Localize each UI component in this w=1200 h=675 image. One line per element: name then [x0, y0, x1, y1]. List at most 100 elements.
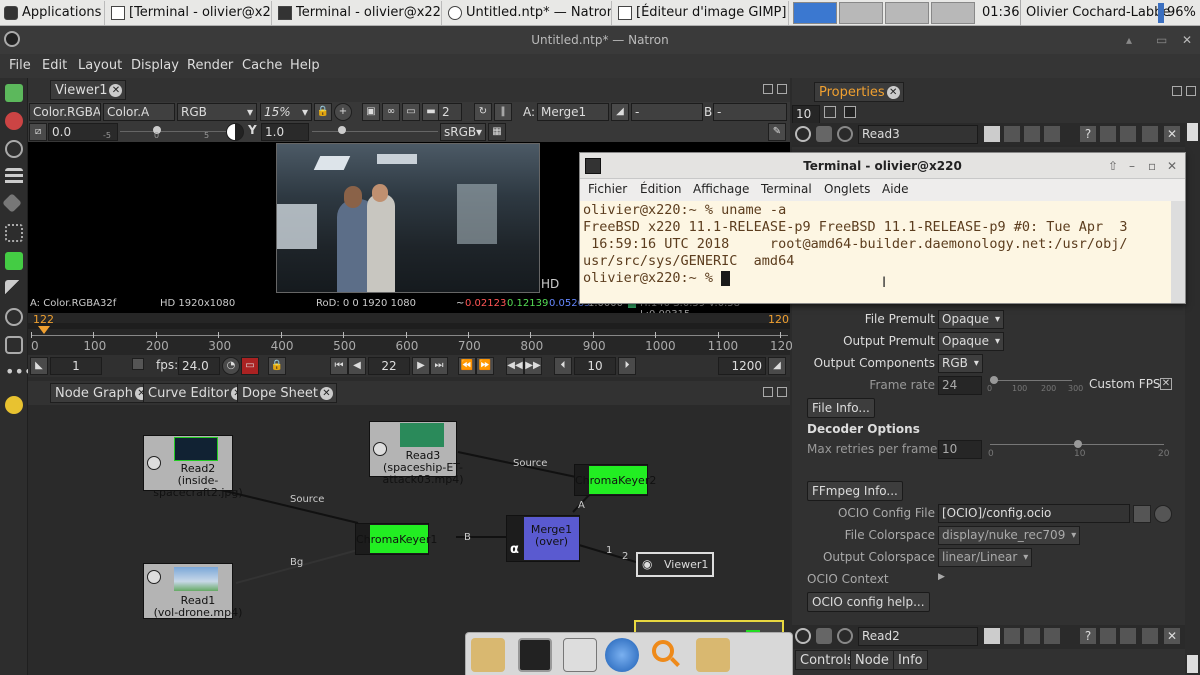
folder-icon[interactable] [696, 638, 730, 672]
refresh-icon[interactable]: ↻ [474, 103, 492, 121]
a-input-select[interactable]: Merge1 [537, 103, 609, 121]
terminal-menu-onglets[interactable]: Onglets [824, 182, 870, 196]
task-natron[interactable]: Untitled.ntp* — Natron [444, 1, 612, 25]
maximize-icon[interactable]: ▫ [1148, 153, 1156, 179]
workspace-4[interactable] [931, 2, 975, 24]
composite-op-select[interactable]: - [631, 103, 703, 121]
terminal-menu-terminal[interactable]: Terminal [761, 182, 812, 196]
menu-cache[interactable]: Cache [242, 58, 282, 73]
color-picker-icon[interactable]: ✎ [768, 123, 786, 141]
tab-curve-editor[interactable]: Curve Editor ✕ [143, 383, 248, 403]
menu-edit[interactable]: Edit [42, 58, 67, 73]
last-frame-field[interactable]: 1200 [718, 357, 766, 375]
gamma-slider-handle[interactable] [338, 126, 346, 134]
output-premult-select[interactable]: Opaque [938, 332, 1005, 351]
time-tool-icon[interactable] [5, 140, 23, 158]
maximize-icon[interactable] [1142, 126, 1158, 142]
color-tool-icon[interactable] [2, 193, 22, 213]
filing-cabinet-icon[interactable] [563, 638, 597, 672]
clear-panels-icon[interactable] [824, 106, 836, 118]
terminal-icon[interactable] [518, 638, 552, 672]
gain-icon[interactable]: ⧄ [29, 123, 47, 141]
terminal-menu-aide[interactable]: Aide [882, 182, 909, 196]
redo-icon[interactable] [1024, 126, 1040, 142]
play-icon[interactable] [795, 628, 811, 644]
reload-icon[interactable] [1154, 505, 1172, 523]
eraser-icon[interactable]: ◢ [611, 103, 629, 121]
workspace-1[interactable] [793, 2, 837, 24]
merge-tool-icon[interactable] [5, 280, 23, 298]
file-colorspace-select[interactable]: display/nuke_rec709 [938, 526, 1081, 545]
task-gimp[interactable]: [Éditeur d'image GIMP] [614, 1, 789, 25]
close-icon[interactable]: ✕ [1164, 628, 1180, 644]
zoom-select[interactable]: 15% ▾ [260, 103, 312, 121]
scroll-up-icon[interactable] [1187, 123, 1198, 141]
gamma-slider[interactable] [312, 131, 438, 132]
redo-icon[interactable] [1024, 628, 1040, 644]
transform-tool-icon[interactable] [5, 308, 23, 326]
expand-arrow-icon[interactable]: ▶ [938, 572, 945, 582]
node-chromakeyer1[interactable]: ChromaKeyer1 [355, 523, 437, 555]
checkerboard-icon[interactable]: ▦ [488, 123, 506, 141]
terminal-window[interactable]: Terminal - olivier@x220 ⇧ – ▫ ✕ Fichier … [579, 152, 1186, 304]
applications-menu[interactable]: Applications [0, 1, 105, 25]
user-name[interactable]: Olivier Cochard-Labbe [1026, 5, 1170, 20]
center-icon[interactable] [837, 628, 853, 644]
restore-icon[interactable]: ▭ [1156, 26, 1167, 54]
restore-defaults-icon[interactable] [1044, 628, 1060, 644]
play-forward-icon[interactable]: ▶ [412, 357, 430, 375]
tab-viewer1[interactable]: Viewer1 ✕ [50, 80, 127, 100]
custom-fps-checkbox[interactable]: ✕ [1160, 378, 1172, 390]
step-forward-icon[interactable]: ⏵ [618, 357, 636, 375]
max-panels-field[interactable]: 10 [792, 105, 820, 124]
float-icon[interactable] [1100, 126, 1116, 142]
next-keyframe-icon[interactable]: ⏩ [476, 357, 494, 375]
minimize-icon[interactable]: – [1129, 153, 1135, 179]
render-scale-icon[interactable]: ▭ [402, 103, 420, 121]
float-pane-icon[interactable] [1172, 86, 1182, 96]
proxy-icon[interactable]: ∞ [382, 103, 400, 121]
float-icon[interactable] [1100, 628, 1116, 644]
gain-slider[interactable] [120, 131, 226, 132]
restore-defaults-icon[interactable] [1044, 126, 1060, 142]
search-icon[interactable] [648, 638, 682, 672]
lock-icon[interactable]: 🔒 [314, 103, 332, 121]
file-manager-icon[interactable] [471, 638, 505, 672]
task-terminal-2[interactable]: Terminal - olivier@x220 [274, 1, 442, 25]
shade-icon[interactable]: ⇧ [1108, 153, 1118, 179]
pause-icon[interactable]: ‖ [494, 103, 512, 121]
settings-icon[interactable] [816, 628, 832, 644]
play-icon[interactable] [795, 126, 811, 142]
task-terminal-1[interactable]: [Terminal - olivier@x2... [107, 1, 272, 25]
color-swatch[interactable] [984, 126, 1000, 142]
paint-tool-icon[interactable] [5, 112, 23, 130]
auto-contrast-icon[interactable] [226, 123, 244, 141]
close-icon[interactable]: ✕ [1164, 126, 1180, 142]
file-info-button[interactable]: File Info... [807, 398, 875, 418]
node-name-field[interactable]: Read3 [858, 125, 978, 144]
undo-icon[interactable] [1004, 628, 1020, 644]
increment-field[interactable]: 10 [574, 357, 616, 375]
add-icon[interactable]: + [334, 103, 352, 121]
output-components-select[interactable]: RGB [938, 354, 983, 373]
gamma-field[interactable]: 1.0 [261, 123, 309, 141]
pane-menu-icon[interactable] [777, 387, 787, 397]
node-viewer1[interactable]: ◉ Viewer1 [636, 552, 714, 577]
minimize-icon[interactable] [1120, 628, 1136, 644]
fps-field[interactable]: 24.0 [178, 357, 220, 375]
other-tool-icon[interactable]: ••• [5, 364, 33, 386]
close-tab-icon[interactable]: ✕ [109, 84, 123, 97]
minimize-icon[interactable] [1120, 126, 1136, 142]
close-icon[interactable]: ✕ [1167, 153, 1177, 179]
folder-icon[interactable] [1133, 505, 1151, 523]
close-icon[interactable]: ✕ [1182, 26, 1192, 54]
properties-scrollbar[interactable] [1185, 123, 1200, 675]
menu-file[interactable]: File [9, 58, 31, 73]
workspace-3[interactable] [885, 2, 929, 24]
first-frame-icon[interactable]: ⏮ [330, 357, 348, 375]
ocio-help-button[interactable]: OCIO config help... [807, 592, 930, 612]
playhead-icon[interactable] [38, 326, 50, 334]
play-icon[interactable] [147, 570, 161, 584]
set-in-icon[interactable]: ◣ [30, 357, 48, 375]
output-colorspace-select[interactable]: linear/Linear [938, 548, 1033, 567]
